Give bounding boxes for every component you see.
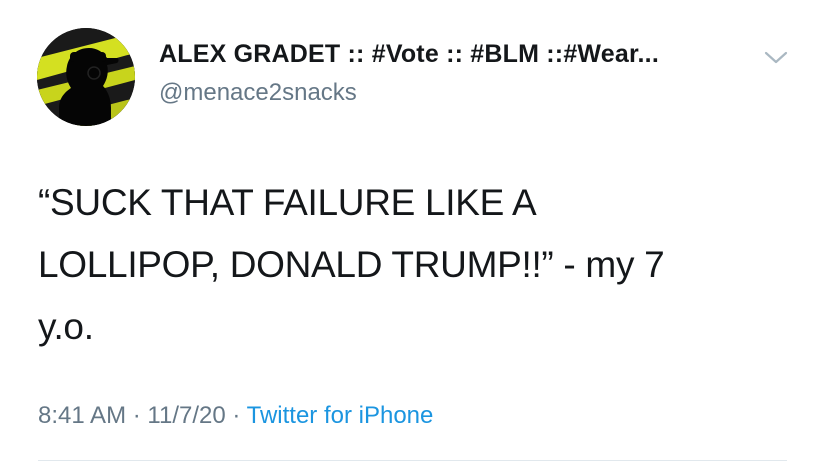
meta-separator: · — [132, 402, 141, 429]
tweet-meta: 8:41 AM · 11/7/20 · Twitter for iPhone — [38, 402, 433, 430]
tweet-text: “SUCK THAT FAILURE LIKE A LOLLIPOP, DONA… — [38, 182, 665, 347]
tweet-time[interactable]: 8:41 AM — [38, 402, 126, 429]
chevron-down-icon[interactable] — [763, 49, 789, 67]
tweet-date[interactable]: 11/7/20 — [147, 402, 225, 429]
avatar[interactable] — [37, 28, 135, 126]
user-handle[interactable]: @menace2snacks — [159, 79, 357, 107]
display-name[interactable]: ALEX GRADET :: #Vote :: #BLM ::#Wear... — [159, 40, 659, 69]
meta-separator: · — [232, 402, 241, 429]
tweet-source-link[interactable]: Twitter for iPhone — [247, 402, 434, 429]
tweet-card: ALEX GRADET :: #Vote :: #BLM ::#Wear... … — [0, 0, 825, 461]
avatar-image — [37, 28, 135, 126]
